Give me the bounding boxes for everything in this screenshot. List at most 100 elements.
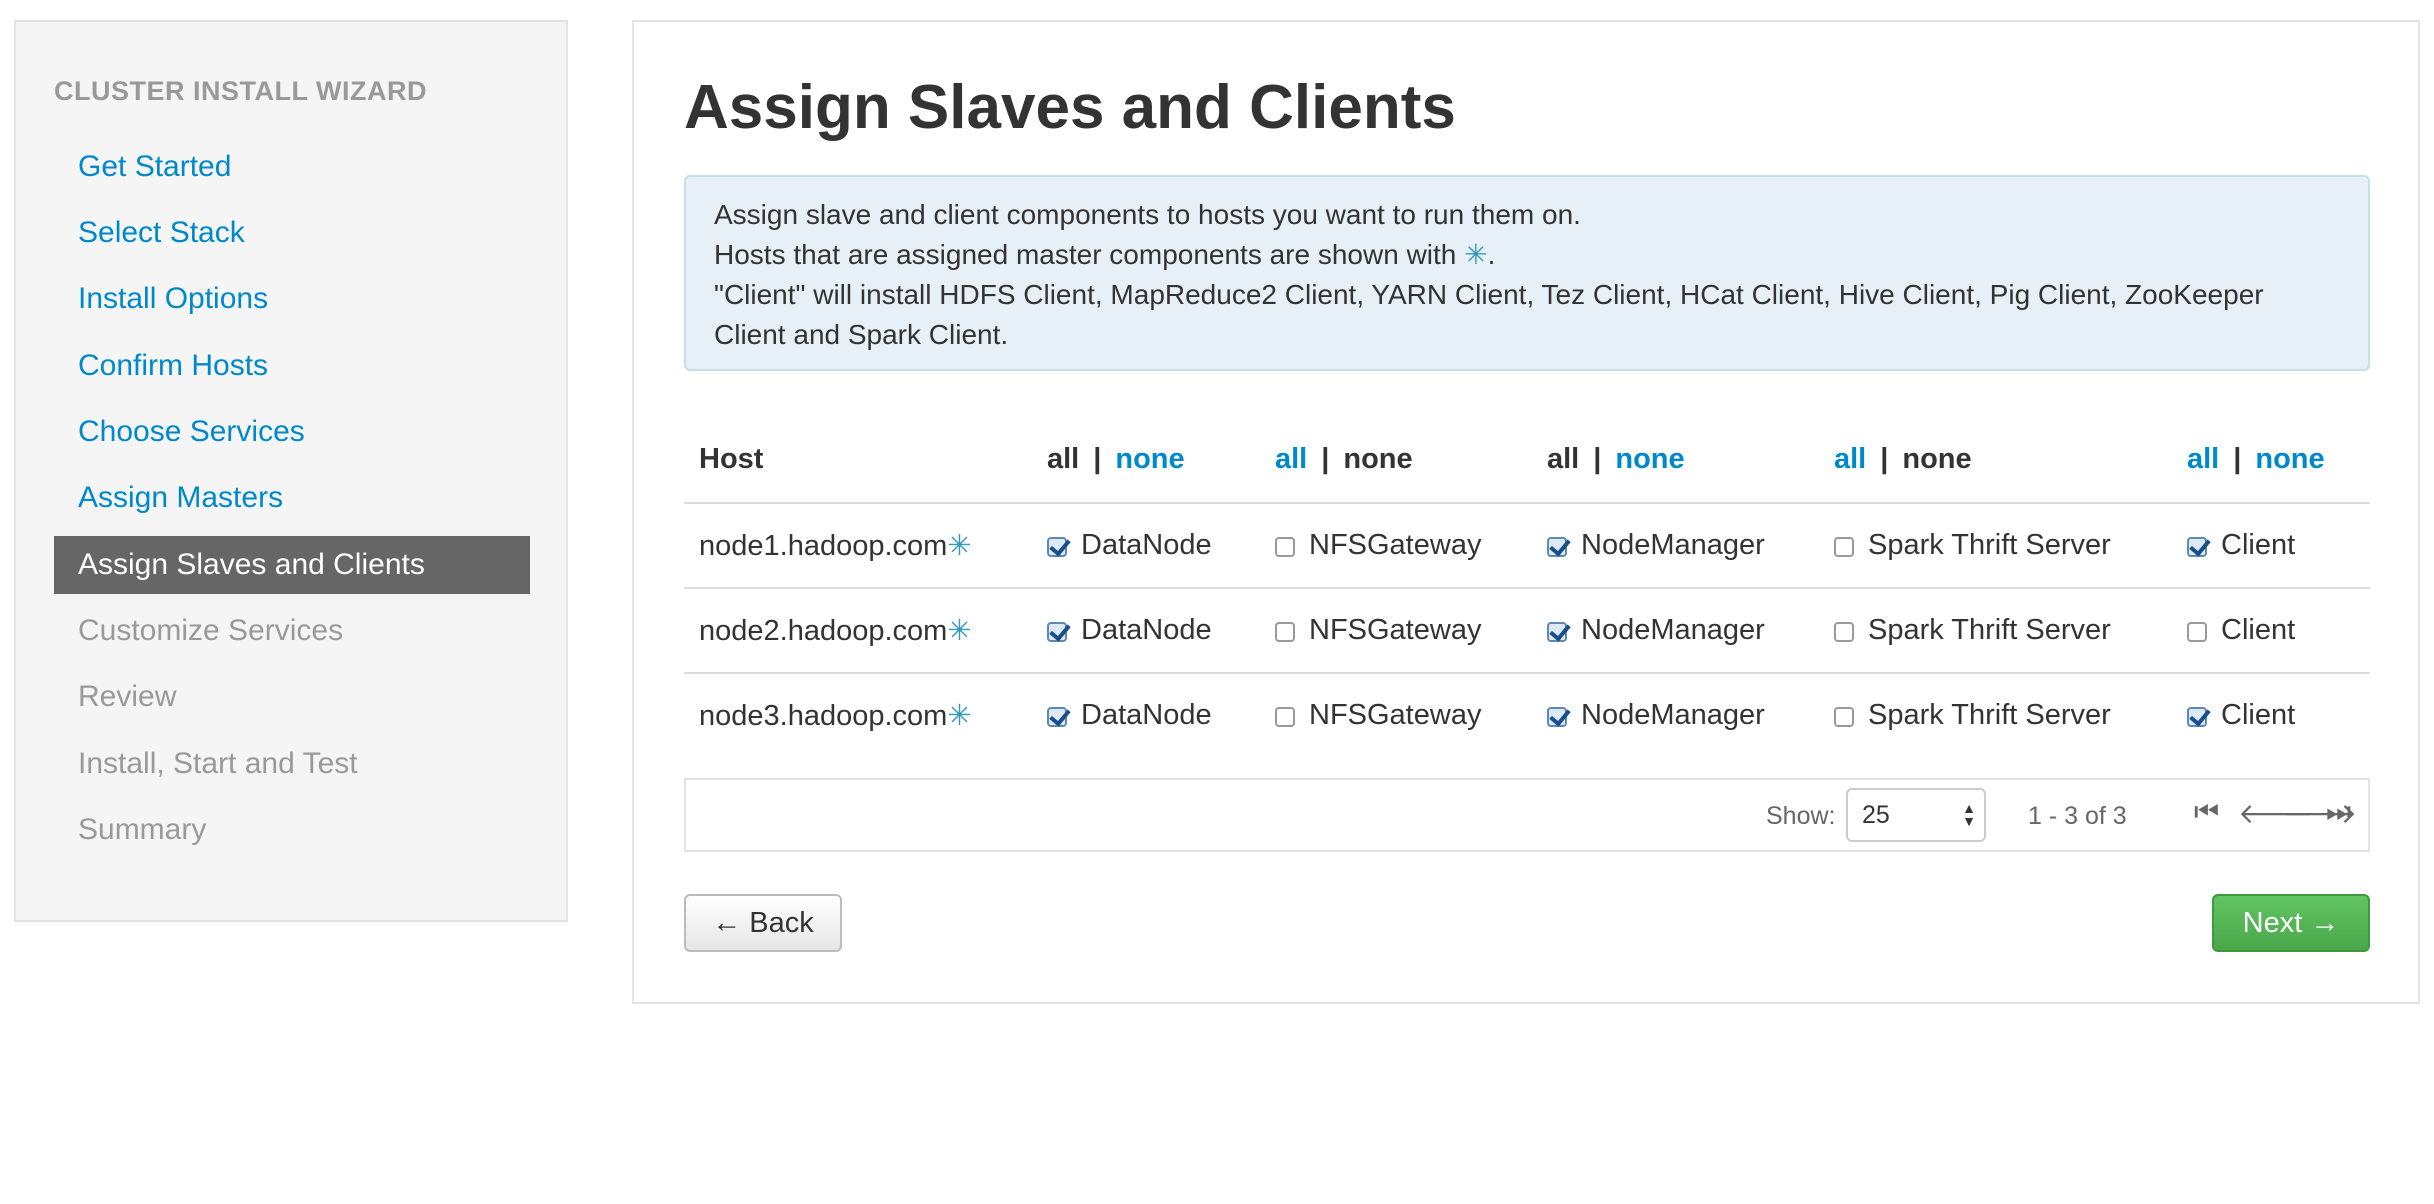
component-label: NFSGateway <box>1309 529 1482 561</box>
nav-customize-services: Customize Services <box>78 614 344 647</box>
nav-install-start-test: Install, Start and Test <box>78 747 358 780</box>
component-label: NodeManager <box>1581 699 1765 731</box>
component-cell[interactable]: DataNode <box>1032 673 1260 757</box>
host-name: node3.hadoop.com <box>699 700 948 732</box>
component-cell[interactable]: Spark Thrift Server <box>1819 673 2172 757</box>
select-all-nodemanager[interactable]: all <box>1547 443 1579 475</box>
component-cell[interactable]: NFSGateway <box>1260 503 1532 589</box>
select-none-spark-thrift[interactable]: none <box>1902 443 1971 475</box>
sidebar-header: CLUSTER INSTALL WIZARD <box>54 76 427 106</box>
last-page-icon[interactable]: ⏭ <box>2326 796 2351 829</box>
nav-assign-masters[interactable]: Assign Masters <box>54 469 530 527</box>
select-all-client[interactable]: all <box>2187 443 2219 475</box>
select-none-datanode[interactable]: none <box>1115 443 1184 475</box>
component-label: Client <box>2221 699 2296 731</box>
checkbox-datanode[interactable] <box>1047 707 1067 727</box>
info-line-3: "Client" will install HDFS Client, MapRe… <box>714 279 2264 350</box>
table-row: node2.hadoop.com✳ DataNode NFSGateway No… <box>684 588 2370 674</box>
info-line-2-suffix: . <box>1487 239 1496 270</box>
master-marker-icon: ✳ <box>947 615 972 647</box>
table-header-row: Host all | none all | none all | none all | none… <box>684 416 2370 504</box>
component-label: Client <box>2221 614 2296 646</box>
nav-select-stack[interactable]: Select Stack <box>54 204 530 262</box>
component-label: Spark Thrift Server <box>1868 699 2111 731</box>
select-all-datanode[interactable]: all <box>1047 443 1079 475</box>
select-arrows-icon: ▲ ▼ <box>1962 800 1976 829</box>
nav-choose-services[interactable]: Choose Services <box>54 403 530 461</box>
checkbox-client[interactable] <box>2187 537 2207 557</box>
checkbox-client[interactable] <box>2187 622 2207 642</box>
info-line-2-text: Hosts that are assigned master component… <box>714 239 1457 270</box>
nav-install-options[interactable]: Install Options <box>54 270 530 328</box>
checkbox-spark-thrift[interactable] <box>1834 707 1854 727</box>
nav-assign-slaves: Assign Slaves and Clients <box>54 536 530 594</box>
component-label: NodeManager <box>1581 614 1765 646</box>
next-button[interactable]: Next → <box>2212 894 2370 952</box>
column-select-nodemanager: all | none <box>1532 416 1819 504</box>
component-cell[interactable]: Client <box>2172 503 2370 589</box>
nav-review: Review <box>78 680 177 713</box>
table-row: node1.hadoop.com✳ DataNode NFSGateway No… <box>684 503 2370 589</box>
host-cell: node3.hadoop.com✳ <box>684 673 1032 757</box>
component-cell[interactable]: Spark Thrift Server <box>1819 503 2172 589</box>
show-label: Show: <box>1766 802 1836 830</box>
component-cell[interactable]: NodeManager <box>1532 588 1819 674</box>
component-cell[interactable]: NFSGateway <box>1260 673 1532 757</box>
nav-confirm-hosts[interactable]: Confirm Hosts <box>54 337 530 395</box>
info-line-1: Assign slave and client components to ho… <box>714 199 1581 230</box>
component-label: NFSGateway <box>1309 614 1482 646</box>
master-marker-icon: ✳ <box>1464 239 1488 270</box>
select-all-nfsgateway[interactable]: all <box>1275 443 1307 475</box>
first-page-icon[interactable]: ⏮ <box>2194 796 2219 829</box>
component-label: DataNode <box>1081 529 1212 561</box>
nav-summary: Summary <box>78 813 207 846</box>
component-cell[interactable]: DataNode <box>1032 588 1260 674</box>
component-label: NFSGateway <box>1309 699 1482 731</box>
component-label: DataNode <box>1081 699 1212 731</box>
host-column-header: Host <box>684 416 1032 504</box>
column-select-datanode: all | none <box>1032 416 1260 504</box>
master-marker-icon: ✳ <box>947 530 972 562</box>
checkbox-spark-thrift[interactable] <box>1834 537 1854 557</box>
nav-get-started[interactable]: Get Started <box>54 138 530 196</box>
component-cell[interactable]: Client <box>2172 673 2370 757</box>
component-label: Spark Thrift Server <box>1868 614 2111 646</box>
page-size-value: 25 <box>1862 801 1890 829</box>
select-all-spark-thrift[interactable]: all <box>1834 443 1866 475</box>
checkbox-spark-thrift[interactable] <box>1834 622 1854 642</box>
host-cell: node1.hadoop.com✳ <box>684 503 1032 589</box>
component-label: Spark Thrift Server <box>1868 529 2111 561</box>
checkbox-nodemanager[interactable] <box>1547 537 1567 557</box>
checkbox-nodemanager[interactable] <box>1547 622 1567 642</box>
host-cell: node2.hadoop.com✳ <box>684 588 1032 674</box>
checkbox-nodemanager[interactable] <box>1547 707 1567 727</box>
wizard-sidebar: CLUSTER INSTALL WIZARD Get Started Selec… <box>14 20 568 922</box>
checkbox-nfsgateway[interactable] <box>1275 622 1295 642</box>
page-range: 1 - 3 of 3 <box>2028 802 2127 830</box>
checkbox-nfsgateway[interactable] <box>1275 537 1295 557</box>
component-label: Client <box>2221 529 2296 561</box>
select-none-nodemanager[interactable]: none <box>1615 443 1684 475</box>
select-none-client[interactable]: none <box>2255 443 2324 475</box>
component-cell[interactable]: NFSGateway <box>1260 588 1532 674</box>
checkbox-nfsgateway[interactable] <box>1275 707 1295 727</box>
component-label: NodeManager <box>1581 529 1765 561</box>
host-name: node2.hadoop.com <box>699 615 948 647</box>
master-marker-icon: ✳ <box>947 700 972 732</box>
checkbox-client[interactable] <box>2187 707 2207 727</box>
select-none-nfsgateway[interactable]: none <box>1343 443 1412 475</box>
checkbox-datanode[interactable] <box>1047 537 1067 557</box>
back-button[interactable]: ← Back <box>684 894 842 952</box>
component-cell[interactable]: NodeManager <box>1532 503 1819 589</box>
info-alert: Assign slave and client components to ho… <box>684 175 2370 371</box>
host-name: node1.hadoop.com <box>699 530 948 562</box>
column-select-spark-thrift: all | none <box>1819 416 2172 504</box>
checkbox-datanode[interactable] <box>1047 622 1067 642</box>
component-cell[interactable]: NodeManager <box>1532 673 1819 757</box>
info-line-2: Hosts that are assigned master component… <box>714 235 2340 275</box>
page-size-select[interactable]: 25 ▲ ▼ <box>1846 788 1986 842</box>
component-cell[interactable]: DataNode <box>1032 503 1260 589</box>
component-cell[interactable]: Spark Thrift Server <box>1819 588 2172 674</box>
column-select-client: all | none <box>2172 416 2370 504</box>
component-cell[interactable]: Client <box>2172 588 2370 674</box>
